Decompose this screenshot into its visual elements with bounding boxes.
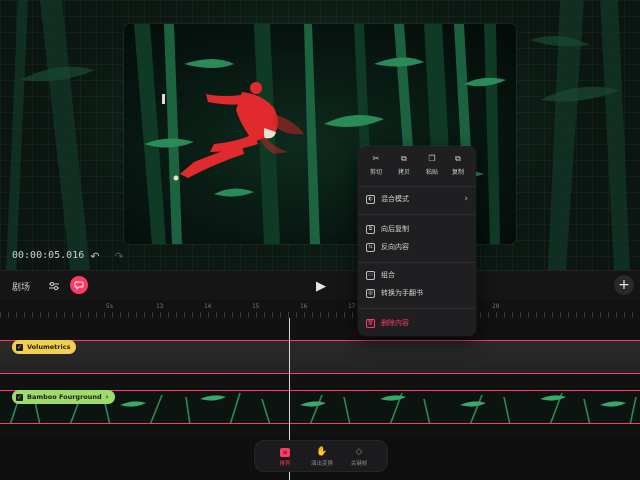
track-tag-volumetrics[interactable]: ✓ Volumetrics (12, 340, 77, 354)
hand-icon: ✋ (316, 447, 328, 457)
toolbar: 剧场 ▶ + (0, 270, 640, 300)
tab-performance[interactable]: ✋ 演出变换 (304, 445, 340, 469)
timeline-ruler[interactable]: 5s 13 14 15 16 17 18 19 20 (0, 300, 640, 318)
ruler-label: 15 (252, 303, 260, 310)
ruler-label: 13 (156, 303, 164, 310)
tab-arrange[interactable]: ≡ 排列 (267, 445, 303, 469)
add-track-button[interactable]: + (614, 275, 634, 295)
plus-icon: + (618, 277, 630, 293)
menu-item-duplicate-back[interactable]: ⧉ 向后复制 (366, 222, 470, 236)
arrange-icon: ≡ (280, 447, 290, 457)
menu-item-reverse-content[interactable]: ⇆ 反向内容 (366, 240, 470, 254)
menu-item-label: 混合模式 (381, 195, 409, 203)
timecode-display: 00:00:05.016 (12, 250, 85, 261)
track-label: Volumetrics (27, 343, 71, 351)
keyframe-icon: ◇ (355, 447, 363, 457)
scissors-icon: ✂ (372, 154, 380, 163)
track-tag-bamboo[interactable]: ✓ Bamboo Fourground › (12, 390, 115, 404)
check-icon: ✓ (16, 343, 23, 351)
menu-item-label: 删除内容 (381, 319, 409, 327)
bottom-tab-bar: ≡ 排列 ✋ 演出变换 ◇ 关键帧 (254, 440, 388, 472)
menu-item-group[interactable]: ▭ 组合 (366, 268, 470, 282)
menu-item-label: 组合 (381, 271, 395, 279)
clip-volumetrics[interactable] (0, 340, 640, 374)
copy-button[interactable]: ⧉ 拷贝 (390, 154, 418, 180)
chevron-right-icon: › (464, 194, 468, 204)
menu-divider (358, 308, 476, 309)
clipboard-icon: ❐ (428, 154, 436, 163)
menu-divider (358, 186, 476, 187)
menu-item-convert-flipbook[interactable]: ▥ 转换为手翻书 (366, 286, 470, 300)
menu-item-label: 反向内容 (381, 243, 409, 251)
ruler-label: 14 (204, 303, 212, 310)
action-label: 拷贝 (397, 169, 410, 176)
ruler-label: 5s (106, 303, 114, 310)
menu-divider (358, 214, 476, 215)
menu-item-label: 转换为手翻书 (381, 289, 423, 297)
trash-icon: 🗑 (366, 318, 375, 328)
undo-icon[interactable]: ↶ (88, 249, 102, 263)
ruler-label: 17 (348, 303, 356, 310)
track-label: Bamboo Fourground (27, 393, 102, 401)
cut-button[interactable]: ✂ 剪切 (362, 154, 390, 180)
play-icon: ▶ (316, 278, 326, 294)
menu-item-delete-content[interactable]: 🗑 删除内容 (366, 316, 470, 330)
chevron-right-icon: › (105, 393, 109, 401)
ruler-label: 20 (492, 303, 500, 310)
flipbook-icon: ▥ (366, 288, 375, 298)
paste-button[interactable]: ❐ 粘贴 (418, 154, 446, 180)
tab-label: 排列 (279, 460, 291, 467)
copy-icon: ⧉ (401, 154, 407, 163)
context-menu-quick-actions: ✂ 剪切 ⧉ 拷贝 ❐ 粘贴 ⧉ 复制 (358, 154, 476, 180)
layers-icon: ⧉ (366, 224, 375, 234)
ruler-label: 16 (300, 303, 308, 310)
menu-divider (358, 262, 476, 263)
tab-label: 演出变换 (310, 461, 333, 467)
play-button[interactable]: ▶ (312, 277, 330, 295)
duplicate-button[interactable]: ⧉ 复制 (444, 154, 472, 180)
menu-item-label: 向后复制 (381, 225, 409, 233)
comment-icon[interactable] (70, 276, 88, 294)
action-label: 粘贴 (425, 169, 438, 176)
redo-icon[interactable]: ↷ (112, 249, 126, 263)
action-label: 剪切 (369, 169, 382, 176)
duplicate-icon: ⧉ (455, 154, 461, 163)
preview-area: 00:00:05.016 ↶ ↷ (0, 0, 640, 270)
tab-keyframe[interactable]: ◇ 关键帧 (341, 445, 377, 469)
menu-item-blend-mode[interactable]: ◐ 混合模式 › (366, 192, 470, 206)
action-label: 复制 (451, 169, 464, 176)
scene-button[interactable]: 剧场 (12, 277, 30, 295)
tab-label: 关键帧 (350, 461, 368, 467)
blend-mode-icon: ◐ (366, 194, 375, 204)
group-icon: ▭ (366, 270, 375, 280)
adjust-icon[interactable] (46, 277, 62, 295)
context-menu: ✂ 剪切 ⧉ 拷贝 ❐ 粘贴 ⧉ 复制 ◐ 混合模式 › ⧉ 向后复制 ⇆ 反向… (358, 146, 476, 336)
reverse-icon: ⇆ (366, 242, 375, 252)
check-icon: ✓ (16, 393, 23, 401)
